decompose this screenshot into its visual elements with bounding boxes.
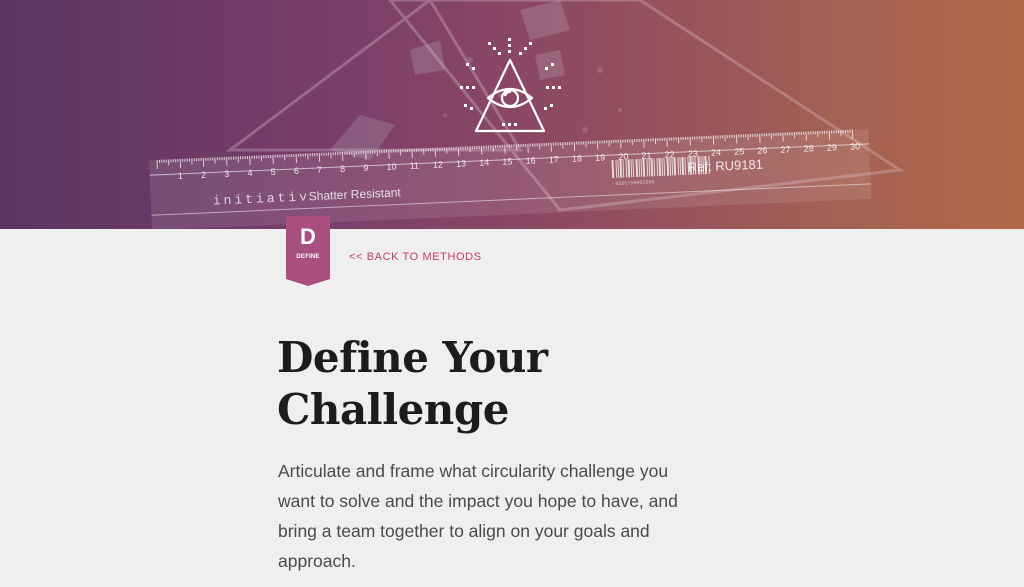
ruler-number: 9 bbox=[363, 163, 368, 173]
ruler-number: 7 bbox=[317, 165, 322, 175]
ruler-number: 15 bbox=[502, 156, 512, 166]
ruler-number: 17 bbox=[549, 154, 559, 164]
ruler-number: 6 bbox=[294, 166, 299, 176]
page-description: Articulate and frame what circularity ch… bbox=[278, 461, 678, 571]
hero-banner: 1 2 3 4 5 6 7 8 9 10 11 12 13 14 15 16 17 18 19 20 21 22 23 24 2… bbox=[0, 0, 1024, 229]
ruler-number: 13 bbox=[456, 158, 466, 168]
ruler-number: 11 bbox=[410, 161, 420, 171]
ruler-number: 26 bbox=[757, 145, 767, 155]
ruler-number: 25 bbox=[734, 146, 744, 156]
eye-in-triangle-icon bbox=[460, 38, 561, 133]
page: 1 2 3 4 5 6 7 8 9 10 11 12 13 14 15 16 17 18 19 20 21 22 23 24 2… bbox=[0, 0, 1024, 587]
ruler-number: 12 bbox=[433, 159, 443, 169]
badge-label: DEFINE bbox=[296, 254, 320, 260]
ruler-number: 24 bbox=[711, 147, 721, 157]
ruler-number: 27 bbox=[780, 144, 790, 154]
ruler-number: 10 bbox=[386, 162, 396, 172]
ruler-number: 19 bbox=[595, 152, 605, 162]
ruler-number: 2 bbox=[201, 170, 206, 180]
page-title: Define Your Challenge bbox=[277, 333, 548, 434]
ruler-number: 4 bbox=[247, 168, 252, 178]
ruler-number: 18 bbox=[572, 153, 582, 163]
ruler-number: 5 bbox=[270, 167, 275, 177]
ruler-number: 29 bbox=[827, 142, 837, 152]
ruler-number: 8 bbox=[340, 164, 345, 174]
define-badge: D DEFINE bbox=[286, 216, 330, 286]
ruler-number: 1 bbox=[178, 171, 183, 181]
ruler-number: 3 bbox=[224, 169, 229, 179]
ruler-number: 28 bbox=[804, 143, 814, 153]
ruler-number: 30 bbox=[850, 141, 860, 151]
back-to-methods-link[interactable]: << BACK TO METHODS bbox=[349, 251, 482, 263]
badge-letter: D bbox=[300, 224, 316, 249]
ruler-number: 16 bbox=[525, 155, 535, 165]
ruler-number: 14 bbox=[479, 157, 489, 167]
